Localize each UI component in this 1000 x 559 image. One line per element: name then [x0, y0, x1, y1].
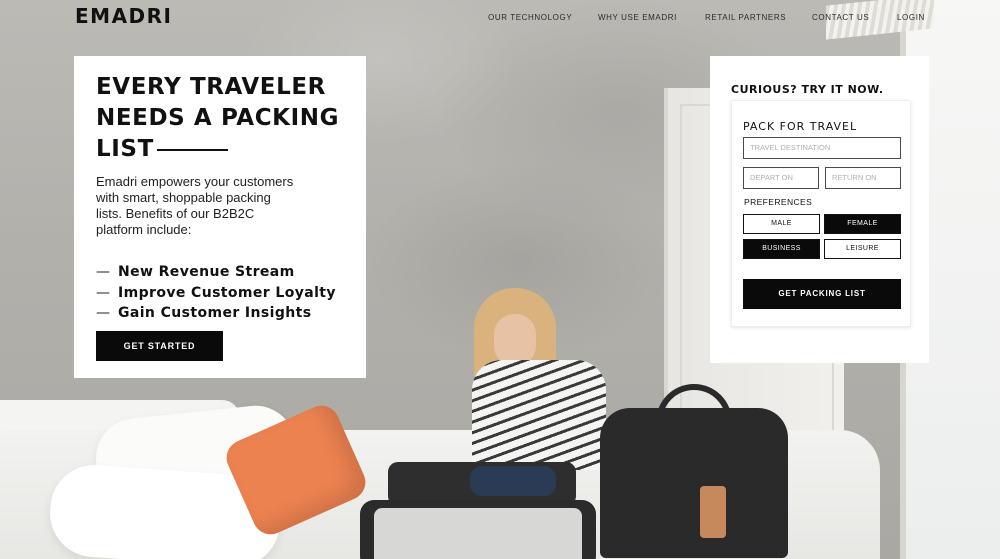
benefit-text: Improve Customer Loyalty	[118, 284, 336, 301]
hero-title-line: NEEDS A PACKING	[96, 105, 340, 131]
dash-icon: —	[96, 284, 110, 301]
pack-for-travel-form: PACK FOR TRAVEL TRAVEL DESTINATION DEPAR…	[731, 100, 911, 327]
hero-title: EVERY TRAVELER NEEDS A PACKING LIST	[96, 72, 346, 165]
top-nav: OUR TECHNOLOGY WHY USE EMADRI RETAIL PAR…	[0, 13, 1000, 27]
form-title: PACK FOR TRAVEL	[743, 120, 858, 133]
hero-title-line: LIST	[96, 136, 154, 162]
option-business[interactable]: BUSINESS	[743, 239, 820, 259]
folded-clothes	[470, 466, 556, 496]
luggage-tag	[700, 486, 726, 538]
try-it-heading: CURIOUS? TRY IT NOW.	[731, 83, 884, 96]
option-male[interactable]: MALE	[743, 214, 820, 234]
get-started-button[interactable]: GET STARTED	[96, 331, 223, 361]
nav-login[interactable]: LOGIN	[897, 13, 925, 22]
hero-title-line: EVERY TRAVELER	[96, 74, 326, 100]
traveler-shirt	[472, 360, 606, 470]
title-underline-rule	[157, 149, 228, 151]
travel-destination-input[interactable]: TRAVEL DESTINATION	[743, 137, 901, 159]
option-leisure[interactable]: LEISURE	[824, 239, 901, 259]
benefit-item: — Gain Customer Insights	[96, 302, 336, 323]
hero-description: Emadri empowers your customers with smar…	[96, 174, 294, 237]
dash-icon: —	[96, 264, 110, 280]
preferences-label: PREFERENCES	[744, 197, 813, 207]
benefit-item: — New Revenue Stream	[96, 261, 336, 282]
dash-icon: —	[96, 305, 110, 321]
option-female[interactable]: FEMALE	[824, 214, 901, 234]
hero-card: EVERY TRAVELER NEEDS A PACKING LIST Emad…	[74, 56, 366, 378]
suitcase-interior	[374, 508, 582, 559]
nav-why-use-emadri[interactable]: WHY USE EMADRI	[598, 13, 677, 22]
traveler-face	[494, 314, 536, 366]
return-on-input[interactable]: RETURN ON	[825, 167, 901, 189]
nav-our-technology[interactable]: OUR TECHNOLOGY	[488, 13, 572, 22]
benefit-item: — Improve Customer Loyalty	[96, 282, 336, 303]
nav-contact-us[interactable]: CONTACT US	[812, 13, 869, 22]
benefits-list: — New Revenue Stream — Improve Customer Lo…	[96, 261, 336, 323]
duffel-bag	[600, 408, 788, 558]
benefit-text: Gain Customer Insights	[118, 305, 312, 321]
depart-on-input[interactable]: DEPART ON	[743, 167, 819, 189]
get-packing-list-button[interactable]: GET PACKING LIST	[743, 279, 901, 309]
benefit-text: New Revenue Stream	[118, 264, 295, 280]
try-it-card: CURIOUS? TRY IT NOW. PACK FOR TRAVEL TRA…	[710, 56, 929, 363]
nav-retail-partners[interactable]: RETAIL PARTNERS	[705, 13, 786, 22]
